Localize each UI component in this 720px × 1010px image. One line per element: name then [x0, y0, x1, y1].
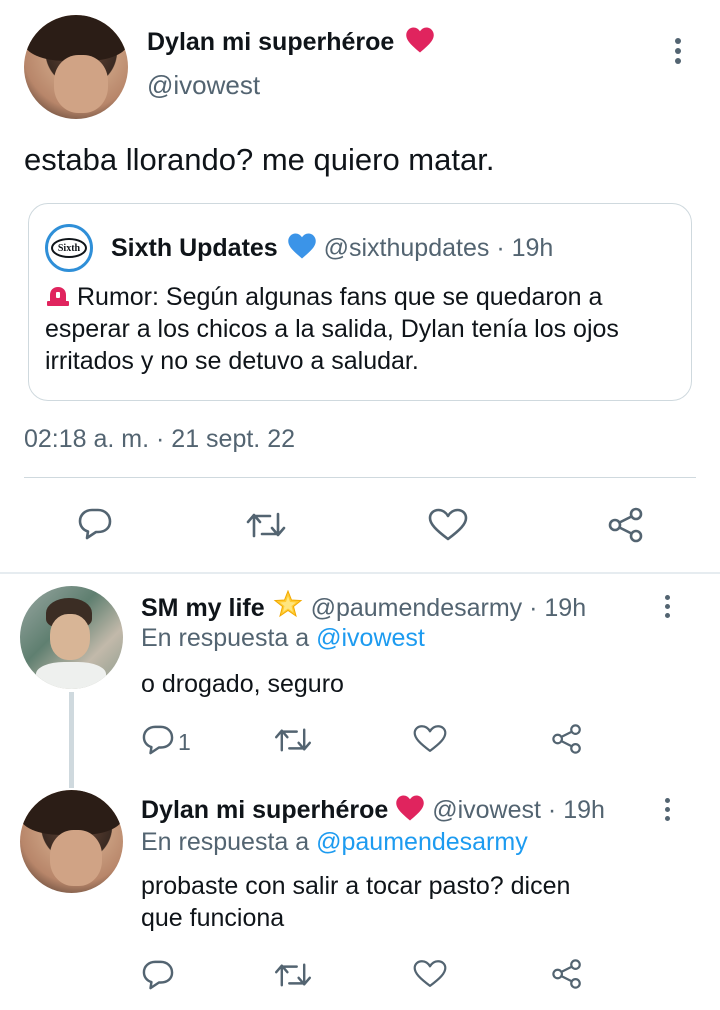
main-tweet-handle[interactable]: @ivowest	[147, 70, 260, 101]
reply-avatar[interactable]	[20, 790, 123, 893]
reply-handle[interactable]: @paumendesarmy	[311, 594, 523, 622]
siren-icon	[45, 283, 71, 307]
main-tweet-avatar[interactable]	[24, 15, 128, 119]
share-icon[interactable]	[606, 506, 646, 544]
reply-text-line: que funciona	[141, 904, 285, 932]
glowing-star-icon	[272, 590, 304, 620]
replying-to: En respuesta a @paumendesarmy	[141, 828, 528, 856]
reply-icon[interactable]	[142, 725, 174, 755]
share-icon[interactable]	[550, 722, 584, 756]
quote-display-name: Sixth Updates	[111, 234, 278, 262]
divider	[24, 477, 696, 478]
replying-to-link[interactable]: @ivowest	[316, 624, 425, 652]
like-icon[interactable]	[413, 959, 447, 989]
reply-time: 19h	[544, 594, 587, 622]
more-icon[interactable]	[662, 595, 672, 622]
reply-header: Dylan mi superhéroe @ivowest · 19h	[141, 794, 605, 824]
more-icon[interactable]	[662, 798, 672, 825]
retweet-icon[interactable]	[274, 726, 312, 754]
replying-to-link[interactable]: @paumendesarmy	[316, 828, 528, 856]
like-icon[interactable]	[428, 508, 468, 542]
heart-icon	[395, 794, 425, 822]
quote-header: Sixth Updates @sixthupdates · 19h	[111, 232, 554, 262]
reply-text: o drogado, seguro	[141, 670, 344, 698]
reply-avatar[interactable]	[20, 586, 123, 689]
blue-heart-icon	[287, 232, 317, 260]
reply-header: SM my life @paumendesarmy · 19h	[141, 590, 586, 623]
reply-text-line: probaste con salir a tocar pasto? dicen	[141, 872, 571, 900]
quote-card[interactable]: Sixth Sixth Updates @sixthupdates · 19h …	[28, 203, 692, 401]
like-icon[interactable]	[413, 724, 447, 754]
main-tweet-display-name[interactable]: Dylan mi superhéroe	[147, 26, 435, 57]
share-icon[interactable]	[550, 957, 584, 991]
main-tweet-timestamp[interactable]: 02:18 a. m. · 21 sept. 22	[24, 425, 295, 454]
quote-avatar: Sixth	[45, 224, 93, 272]
quote-handle: @sixthupdates	[323, 234, 490, 262]
reply-display-name[interactable]: Dylan mi superhéroe	[141, 796, 388, 824]
more-icon[interactable]	[672, 38, 684, 68]
reply-count: 1	[178, 729, 191, 755]
reply-time: 19h	[563, 796, 605, 824]
thread-line	[69, 692, 74, 788]
reply-icon[interactable]	[142, 960, 174, 990]
quote-text: Rumor: Según algunas fans que se quedaro…	[45, 283, 619, 375]
main-tweet-text: estaba llorando? me quiero matar.	[24, 142, 495, 177]
replying-to: En respuesta a @ivowest	[141, 624, 425, 652]
retweet-icon[interactable]	[274, 961, 312, 989]
section-divider	[0, 572, 720, 574]
reply-handle[interactable]: @ivowest	[432, 796, 541, 824]
reply-icon[interactable]	[78, 508, 112, 540]
heart-icon	[405, 26, 435, 54]
retweet-icon[interactable]	[246, 510, 286, 540]
quote-time: 19h	[511, 234, 554, 262]
reply-display-name[interactable]: SM my life	[141, 594, 265, 622]
